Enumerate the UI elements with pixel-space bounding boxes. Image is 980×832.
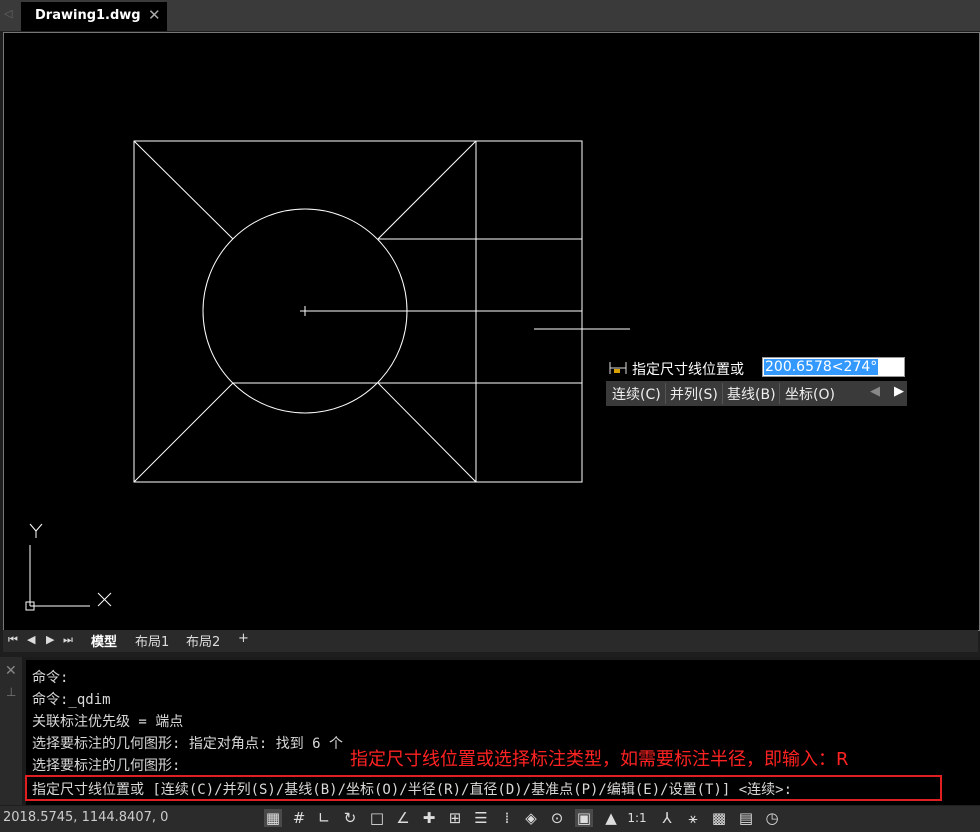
command-history-line: 关联标注优先级 = 端点 [32, 714, 184, 730]
dyn-icon[interactable]: ⊞ [446, 809, 464, 827]
options-prev-icon[interactable]: ◀ [870, 384, 880, 399]
dimension-icon [609, 362, 627, 374]
grid-icon[interactable]: ▦ [264, 809, 282, 827]
command-history-line: 命令:_qdim [32, 692, 111, 708]
dynamic-input-prompt: 指定尺寸线位置或 200.6578<274° [606, 356, 906, 379]
tab-model[interactable]: 模型 [91, 631, 117, 650]
isolate-icon[interactable]: ▩ [710, 809, 728, 827]
status-bar: 2018.5745, 1144.8407, 0 ▦ # ∟ ↻ □ ∠ ✚ ⊞ … [0, 806, 980, 832]
dynamic-input-label: 指定尺寸线位置或 [632, 362, 744, 378]
snap-icon[interactable]: # [290, 809, 308, 827]
ortho-icon[interactable]: ∟ [315, 809, 333, 827]
option-divider [722, 383, 723, 404]
coordinates-readout: 2018.5745, 1144.8407, 0 [3, 810, 169, 825]
pin-icon[interactable]: ⊥ [6, 685, 16, 699]
annotation-visibility-icon[interactable]: ⅄ [658, 809, 676, 827]
annotation-monitor-icon[interactable]: ▣ [575, 809, 593, 827]
command-history-line: 选择要标注的几何图形: 指定对角点: 找到 6 个 [32, 736, 343, 752]
annotation-text: 指定尺寸线位置或选择标注类型，如需要标注半径，即输入：R [350, 749, 849, 770]
transparency-icon[interactable]: ⁞ [498, 809, 516, 827]
ucs-y-mark-b [35, 523, 43, 532]
selection-cycling-icon[interactable]: ◈ [522, 809, 540, 827]
option-divider [665, 383, 666, 404]
annotation-scale-icon[interactable]: 1:1 [622, 809, 652, 827]
option-divider [779, 383, 780, 404]
add-layout-button[interactable]: + [238, 631, 249, 646]
tab-layout1[interactable]: 布局1 [135, 631, 169, 650]
ucs-y-mark-a [29, 523, 37, 532]
prev-layout-icon[interactable]: ◀ [27, 633, 35, 646]
layout-tab-bar: ⏮ ◀ ▶ ⏭ 模型 布局1 布局2 + [3, 630, 978, 652]
diagonal-bottom-left [133, 382, 234, 483]
properties-icon[interactable]: ▤ [737, 809, 755, 827]
polar-icon[interactable]: ↻ [341, 809, 359, 827]
highlight-box [25, 775, 942, 801]
hardware-accel-icon[interactable]: ◷ [763, 809, 781, 827]
auto-scale-icon[interactable]: ⚹ [684, 809, 702, 827]
next-layout-icon[interactable]: ▶ [46, 633, 54, 646]
workspace-icon[interactable]: ▲ [602, 809, 620, 827]
dynamic-input-options: 连续(C) 并列(S) 基线(B) 坐标(O) ◀ ▶ [606, 381, 907, 406]
dynamic-input-field[interactable]: 200.6578<274° [762, 357, 905, 377]
close-command-icon[interactable]: ✕ [5, 663, 17, 679]
options-next-icon[interactable]: ▶ [894, 384, 904, 399]
otrack-icon[interactable]: ∠ [394, 809, 412, 827]
option-staggered[interactable]: 并列(S) [670, 384, 718, 404]
lineweight-icon[interactable]: ☰ [472, 809, 490, 827]
ducs-icon[interactable]: ✚ [420, 809, 438, 827]
last-layout-icon[interactable]: ⏭ [63, 633, 73, 647]
dynamic-input-value[interactable]: 200.6578<274° [764, 359, 879, 375]
command-history-line: 命令: [32, 670, 69, 686]
3dosnap-icon[interactable]: ⊙ [548, 809, 566, 827]
option-continue[interactable]: 连续(C) [612, 384, 661, 404]
command-history-line: 选择要标注的几何图形: [32, 758, 181, 774]
command-window-handle[interactable] [0, 657, 22, 805]
diagonal-top-left [133, 140, 234, 240]
diagonal-bottom-right [377, 382, 477, 483]
diagonal-top-right [377, 140, 477, 240]
option-ordinate[interactable]: 坐标(O) [785, 384, 835, 404]
tab-layout2[interactable]: 布局2 [186, 631, 220, 650]
first-layout-icon[interactable]: ⏮ [8, 633, 18, 647]
osnap-icon[interactable]: □ [368, 809, 386, 827]
option-baseline[interactable]: 基线(B) [727, 384, 776, 404]
